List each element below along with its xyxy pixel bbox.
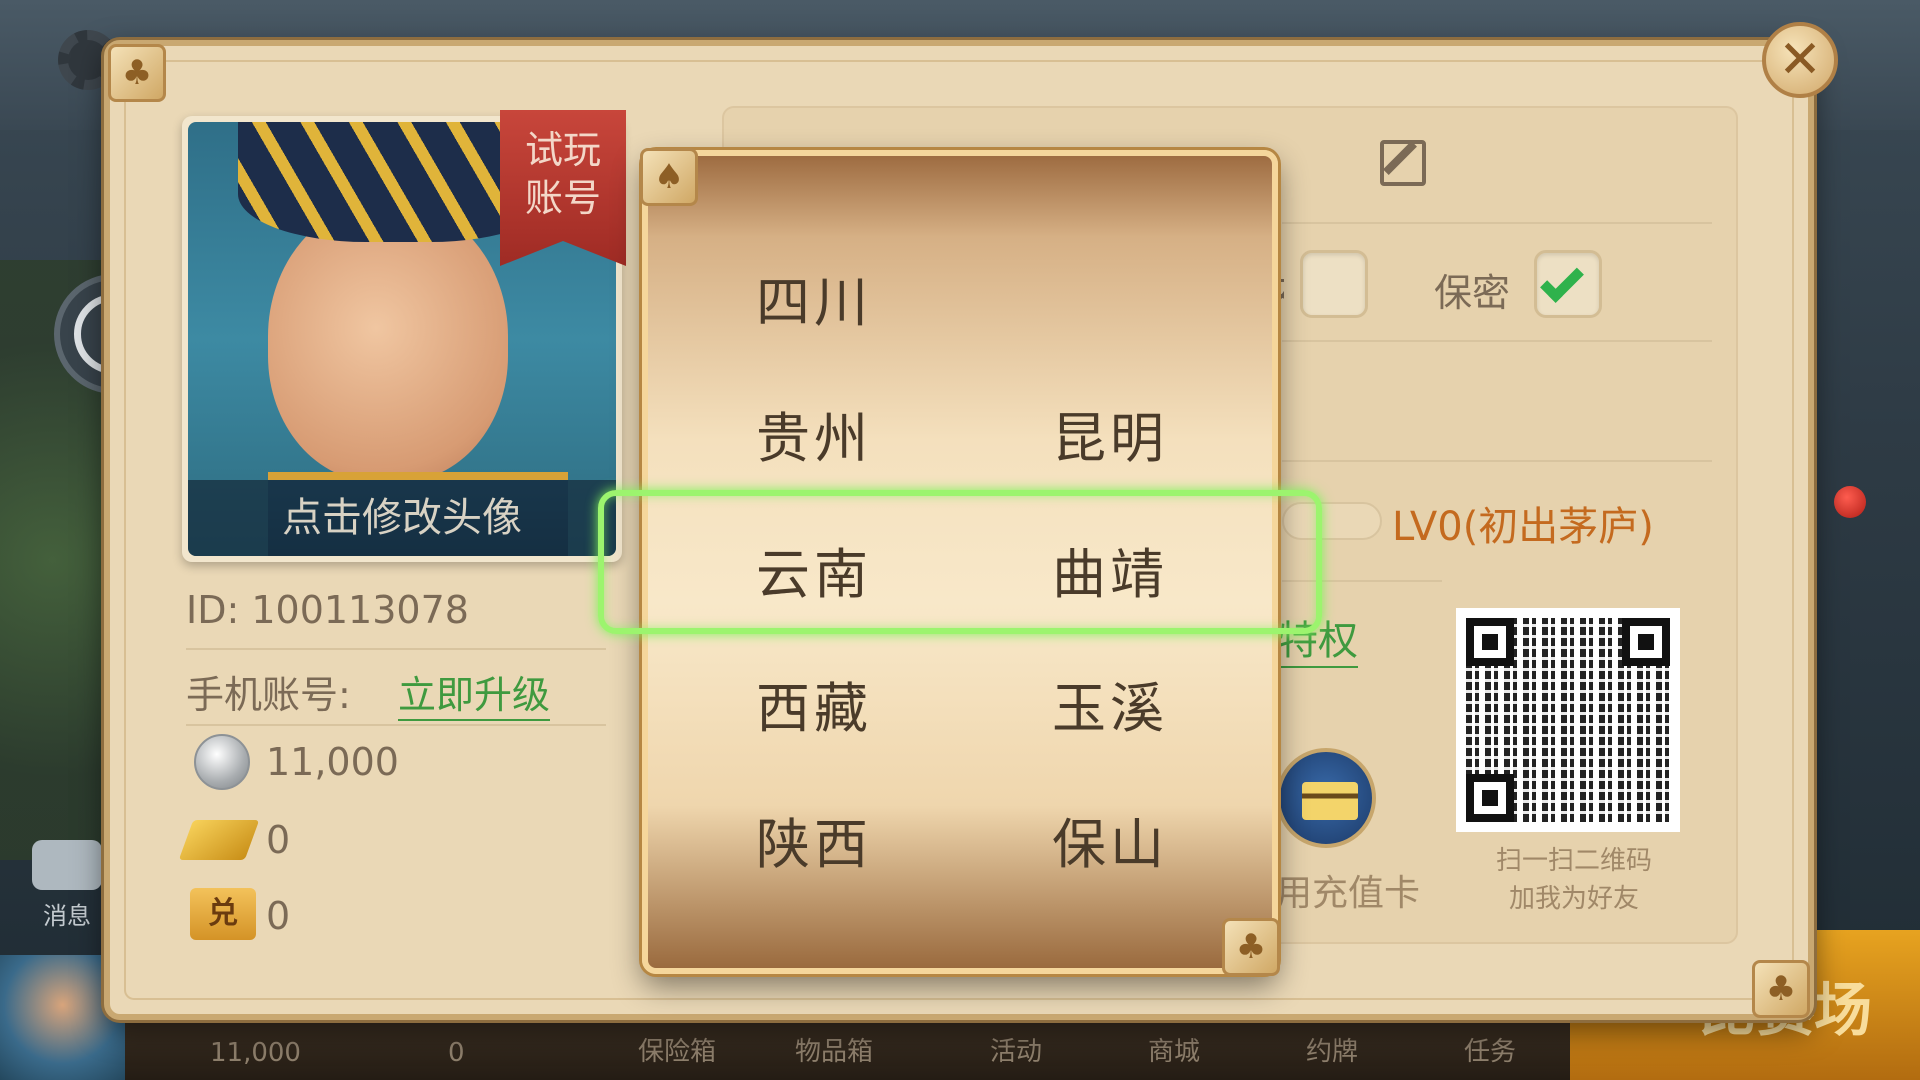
recharge-card-label[interactable]: 用充值卡 <box>1276 864 1420 916</box>
coin-balance: 11,000 <box>266 740 399 784</box>
bottom-coin-value: 11,000 <box>210 1038 301 1068</box>
picker-province-option[interactable]: 西藏 <box>756 664 872 743</box>
qr-finder <box>1622 618 1670 666</box>
picker-province-option[interactable]: 四川 <box>756 258 872 337</box>
bottom-menu-shop[interactable]: 商城 <box>1148 1031 1200 1068</box>
gold-balance: 0 <box>266 818 291 862</box>
silver-coin-icon <box>194 734 250 790</box>
avatar-face <box>268 202 508 482</box>
qr-finder <box>1466 774 1514 822</box>
qr-caption: 扫一扫二维码 加我为好友 <box>1454 842 1694 918</box>
picker-selection-highlight <box>598 490 1322 634</box>
divider <box>1282 340 1712 342</box>
change-avatar-label[interactable]: 点击修改头像 <box>188 480 616 556</box>
clubs-icon: ♣ <box>108 44 166 102</box>
spades-icon: ♠ <box>640 148 698 206</box>
divider <box>1282 222 1712 224</box>
divider <box>186 648 606 650</box>
bottom-gold-value: 0 <box>448 1038 465 1068</box>
recharge-card-icon[interactable] <box>1276 748 1376 848</box>
message-button[interactable]: 消息 <box>30 840 104 930</box>
picker-city-option[interactable]: 玉溪 <box>1052 664 1168 743</box>
exchange-balance: 0 <box>266 894 291 938</box>
picker-province-option[interactable]: 陕西 <box>756 800 872 879</box>
divider <box>186 724 606 726</box>
clubs-icon: ♣ <box>1222 918 1280 976</box>
user-id: ID: 100113078 <box>186 588 469 632</box>
level-label: LV0(初出茅庐) <box>1392 504 1654 550</box>
upgrade-link[interactable]: 立即升级 <box>398 664 551 721</box>
secret-label: 保密 <box>1434 271 1511 315</box>
qr-code <box>1456 608 1680 832</box>
phone-label: 手机账号: <box>186 673 351 717</box>
close-button[interactable]: ✕ <box>1762 22 1838 98</box>
picker-city-option[interactable]: 保山 <box>1052 800 1168 879</box>
picker-province-option[interactable]: 贵州 <box>756 394 872 473</box>
message-label: 消息 <box>43 902 91 930</box>
edit-icon[interactable] <box>1380 140 1426 186</box>
check-icon <box>1540 259 1584 303</box>
exchange-icon-text: 兑 <box>208 896 238 931</box>
notification-dot <box>1834 486 1866 518</box>
divider <box>1282 460 1712 462</box>
bottom-menu-safe[interactable]: 保险箱 <box>638 1031 716 1068</box>
trial-badge-text: 试玩账号 <box>524 128 601 220</box>
picker-city-option[interactable]: 昆明 <box>1052 394 1168 473</box>
qr-pattern <box>1466 618 1670 822</box>
envelope-icon <box>32 840 102 890</box>
bottom-menu-items[interactable]: 物品箱 <box>795 1031 873 1068</box>
exchange-icon: 兑 <box>190 888 256 940</box>
gender-female-checkbox[interactable] <box>1300 250 1368 318</box>
clubs-icon: ♣ <box>1752 960 1810 1018</box>
qr-caption-line2: 加我为好友 <box>1508 884 1639 914</box>
secret-checkbox[interactable] <box>1534 250 1602 318</box>
bottom-menu-appointment[interactable]: 约牌 <box>1306 1031 1358 1068</box>
close-icon: ✕ <box>1778 30 1822 90</box>
bottom-menu-tasks[interactable]: 任务 <box>1464 1031 1516 1068</box>
qr-caption-line1: 扫一扫二维码 <box>1495 846 1652 876</box>
bottom-menu-activity[interactable]: 活动 <box>990 1031 1042 1068</box>
qr-finder <box>1466 618 1514 666</box>
